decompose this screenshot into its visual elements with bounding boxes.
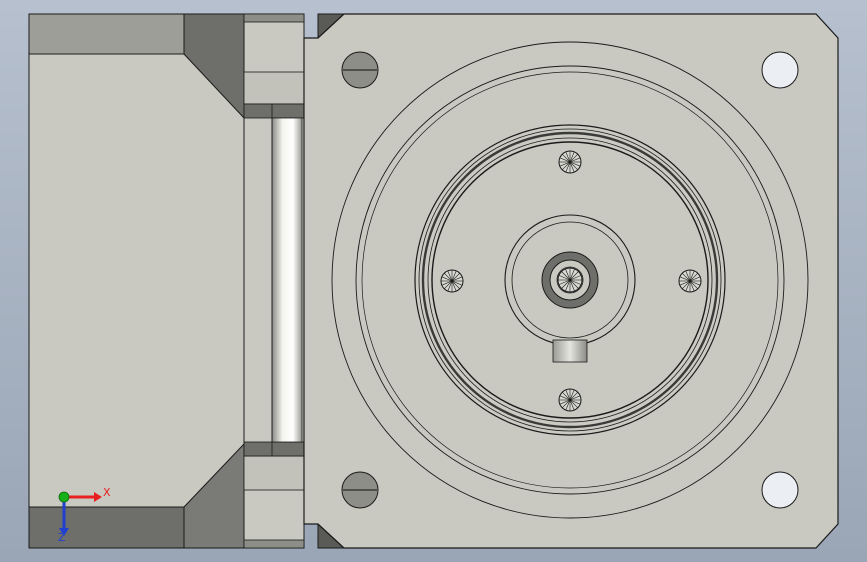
- through-hole-bottom-right: [761, 471, 799, 509]
- cad-graphics-viewport[interactable]: X Z: [0, 0, 867, 562]
- z-axis-label: Z: [58, 531, 66, 544]
- shaft-pin: [271, 117, 303, 443]
- screw-hole-right-icon: [678, 269, 702, 293]
- gearbox-model-front-view[interactable]: X Z: [0, 0, 867, 562]
- center-tapped-hole-icon: [557, 267, 583, 293]
- center-hole-lines: [557, 267, 583, 293]
- screw-hole-top-icon: [558, 150, 582, 174]
- screw-hole-bottom-icon: [558, 388, 582, 412]
- screw-hole-left-icon: [440, 269, 464, 293]
- bolt-head-top-left-icon: [341, 51, 379, 89]
- shaft-key: [552, 339, 588, 363]
- bolt-head-bottom-left-icon: [341, 471, 379, 509]
- x-axis-label: X: [103, 486, 111, 499]
- through-hole-top-right: [761, 51, 799, 89]
- y-axis-point-icon: [58, 491, 70, 503]
- coupling-section: [243, 13, 305, 549]
- left-housing: [28, 13, 245, 549]
